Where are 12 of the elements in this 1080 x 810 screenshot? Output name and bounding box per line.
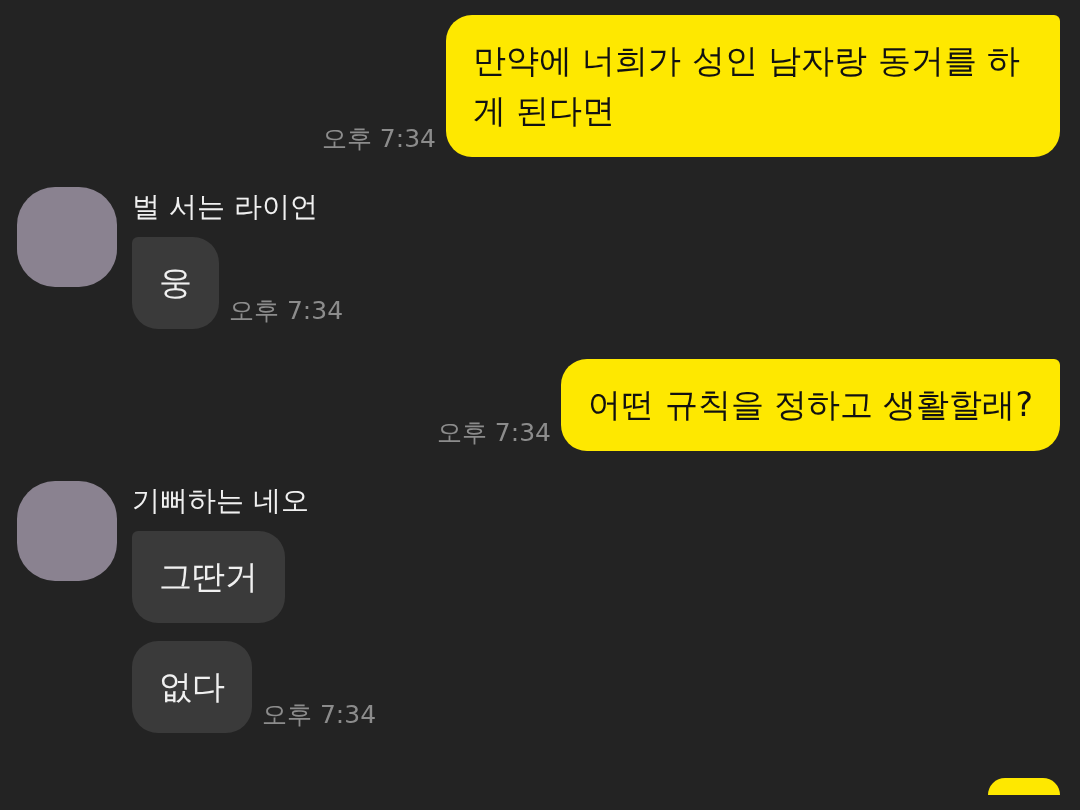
message-bubble: 어떤 규칙을 정하고 생활할래? xyxy=(561,359,1060,451)
message-bubble: 웅 xyxy=(132,237,219,329)
message-bubble: 없다 xyxy=(132,641,252,733)
message-bubble: 그딴거 xyxy=(132,531,285,623)
sender-name: 벌 서는 라이언 xyxy=(132,189,318,225)
sender-name: 기뻐하는 네오 xyxy=(132,483,309,519)
message-time: 오후 7:34 xyxy=(436,417,551,449)
message-bubble xyxy=(988,778,1060,795)
message-time: 오후 7:34 xyxy=(262,699,377,731)
message-time: 오후 7:34 xyxy=(321,123,436,155)
message-time: 오후 7:34 xyxy=(229,295,344,327)
message-bubble: 만약에 너희가 성인 남자랑 동거를 하게 된다면 xyxy=(446,15,1060,157)
